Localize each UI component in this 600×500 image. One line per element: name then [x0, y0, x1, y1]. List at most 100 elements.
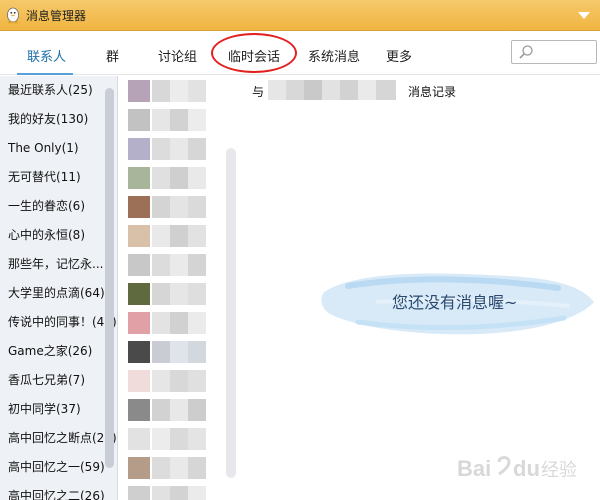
blurred-name	[152, 109, 170, 131]
avatar	[128, 225, 150, 247]
group-item[interactable]: 香瓜七兄弟(7)	[0, 366, 117, 395]
blurred-name	[188, 138, 206, 160]
group-item[interactable]: 初中同学(37)	[0, 395, 117, 424]
watermark-logo: Bai du 经验	[457, 456, 577, 481]
list-item[interactable]	[118, 165, 240, 191]
avatar	[128, 457, 150, 479]
blurred-name	[188, 196, 206, 218]
list-item[interactable]	[118, 339, 240, 365]
blurred-name	[152, 196, 170, 218]
group-item[interactable]: 我的好友(130)	[0, 105, 117, 134]
blurred-name	[152, 254, 170, 276]
blurred-name	[170, 80, 188, 102]
blurred-name	[170, 254, 188, 276]
avatar	[128, 486, 150, 500]
blurred-name	[152, 370, 170, 392]
list-item[interactable]	[118, 426, 240, 452]
list-item[interactable]	[118, 194, 240, 220]
blurred-name	[152, 312, 170, 334]
chevron-down-icon[interactable]	[578, 12, 590, 19]
blurred-contact-name	[376, 80, 396, 100]
blurred-name	[188, 486, 206, 500]
group-item[interactable]: 最近联系人(25)	[0, 76, 117, 105]
blurred-name	[170, 341, 188, 363]
blurred-name	[152, 225, 170, 247]
blurred-name	[188, 457, 206, 479]
avatar	[128, 196, 150, 218]
blurred-name	[170, 283, 188, 305]
group-item[interactable]: 传说中的同事！(40)	[0, 308, 117, 337]
blurred-name	[152, 399, 170, 421]
blurred-name	[188, 428, 206, 450]
group-item[interactable]: 那些年，记忆永...	[0, 250, 117, 279]
blurred-name	[152, 428, 170, 450]
blurred-name	[188, 399, 206, 421]
contact-group-list: 最近联系人(25) 我的好友(130) The Only(1) 无可替代(11)…	[0, 76, 118, 500]
blurred-name	[170, 399, 188, 421]
group-item[interactable]: 高中回忆之断点(24)	[0, 424, 117, 453]
group-item[interactable]: Game之家(26)	[0, 337, 117, 366]
tab-contacts[interactable]: 联系人	[27, 46, 66, 65]
blurred-name	[188, 80, 206, 102]
message-history-label: 消息记录	[408, 85, 457, 99]
blurred-name	[170, 138, 188, 160]
list-item[interactable]	[118, 484, 240, 500]
list-item[interactable]	[118, 223, 240, 249]
group-item[interactable]: The Only(1)	[0, 134, 117, 163]
blurred-contact-name	[322, 80, 342, 100]
svg-text:经验: 经验	[541, 460, 577, 481]
blurred-contact-name	[304, 80, 324, 100]
list-item[interactable]	[118, 136, 240, 162]
group-item[interactable]: 无可替代(11)	[0, 163, 117, 192]
blurred-name	[188, 283, 206, 305]
tab-groups[interactable]: 群	[106, 46, 119, 65]
list-item[interactable]	[118, 78, 240, 104]
avatar	[128, 399, 150, 421]
blurred-name	[170, 167, 188, 189]
blurred-name	[170, 196, 188, 218]
group-item[interactable]: 心中的永恒(8)	[0, 221, 117, 250]
list-item[interactable]	[118, 252, 240, 278]
avatar	[128, 109, 150, 131]
title-bar: 消息管理器	[0, 0, 600, 31]
avatar	[128, 370, 150, 392]
group-item[interactable]: 高中回忆之一(59)	[0, 453, 117, 482]
blurred-name	[188, 312, 206, 334]
list-item[interactable]	[118, 107, 240, 133]
blurred-contact-name	[268, 80, 288, 100]
blurred-name	[152, 341, 170, 363]
qq-penguin-icon	[7, 7, 19, 24]
blurred-name	[170, 225, 188, 247]
blurred-name	[170, 312, 188, 334]
group-item[interactable]: 高中回忆之二(26)	[0, 482, 117, 500]
blurred-name	[188, 225, 206, 247]
contact-list-scrollbar[interactable]	[226, 148, 236, 478]
contact-list	[118, 76, 240, 500]
active-tab-indicator	[17, 73, 73, 75]
tab-discussions[interactable]: 讨论组	[158, 46, 197, 65]
search-input[interactable]	[511, 40, 597, 64]
blurred-name	[170, 109, 188, 131]
avatar	[128, 312, 150, 334]
window-title: 消息管理器	[26, 9, 87, 23]
tab-more[interactable]: 更多	[386, 46, 412, 65]
blurred-name	[170, 486, 188, 500]
tab-system-messages[interactable]: 系统消息	[308, 46, 360, 65]
group-list-scrollbar[interactable]	[105, 88, 114, 468]
blurred-name	[152, 167, 170, 189]
list-item[interactable]	[118, 368, 240, 394]
list-item[interactable]	[118, 310, 240, 336]
blurred-name	[152, 486, 170, 500]
avatar	[128, 138, 150, 160]
group-item[interactable]: 大学里的点滴(64)	[0, 279, 117, 308]
tab-temp-sessions[interactable]: 临时会话	[228, 46, 280, 65]
list-item[interactable]	[118, 397, 240, 423]
avatar	[128, 283, 150, 305]
group-item[interactable]: 一生的眷恋(6)	[0, 192, 117, 221]
list-item[interactable]	[118, 281, 240, 307]
svg-text:Bai: Bai	[457, 456, 491, 481]
blurred-name	[188, 109, 206, 131]
blurred-name	[170, 457, 188, 479]
avatar	[128, 341, 150, 363]
list-item[interactable]	[118, 455, 240, 481]
